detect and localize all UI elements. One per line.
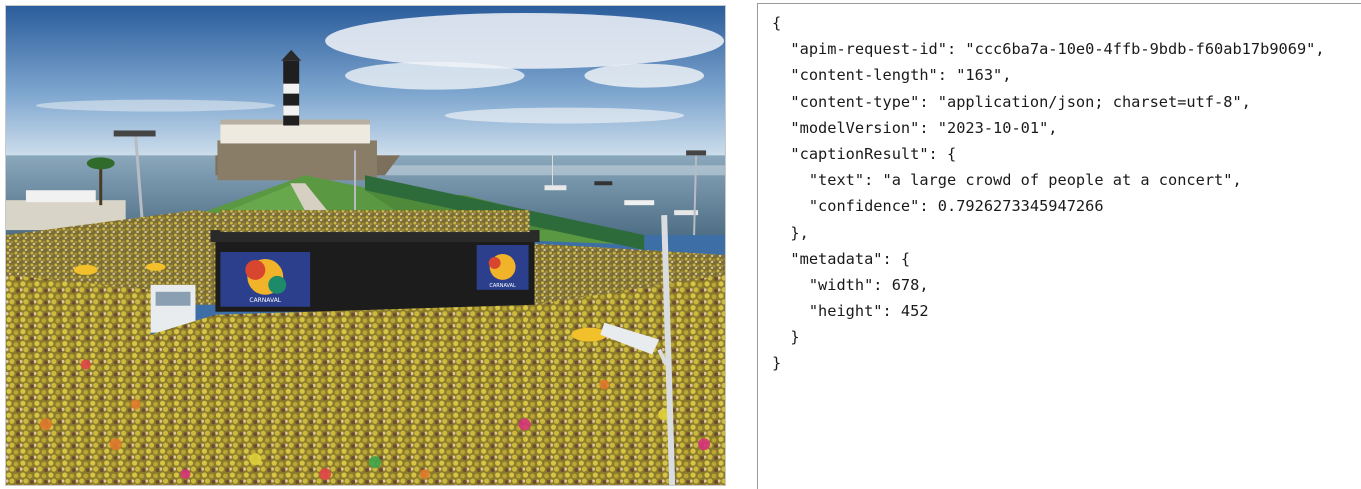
stage-sign-left: CARNAVAL [249, 297, 281, 304]
json-line: } [772, 328, 800, 347]
concert-photo: CARNAVAL CARNAVAL [5, 5, 726, 486]
json-line-content-type: "content-type": "application/json; chars… [772, 92, 1251, 111]
json-line: { [772, 14, 782, 32]
json-line-width: "width": 678, [772, 275, 929, 294]
json-line-caption-text: "text": "a large crowd of people at a co… [772, 171, 1242, 190]
json-line: }, [772, 223, 809, 242]
json-line-metadata: "metadata": { [772, 249, 911, 268]
json-line: } [772, 354, 782, 373]
json-response-code: { "apim-request-id": "ccc6ba7a-10e0-4ffb… [758, 4, 1361, 377]
stage-sign-right: CARNAVAL [489, 283, 516, 289]
json-response-panel: { "apim-request-id": "ccc6ba7a-10e0-4ffb… [757, 3, 1361, 489]
crowd-concert-image: CARNAVAL CARNAVAL [6, 6, 725, 485]
json-line-height: "height": 452 [772, 302, 929, 321]
json-line-request-id: "apim-request-id": "ccc6ba7a-10e0-4ffb-9… [772, 40, 1325, 59]
json-line-caption-result: "captionResult": { [772, 144, 957, 163]
json-line-model-version: "modelVersion": "2023-10-01", [772, 118, 1058, 137]
json-line-confidence: "confidence": 0.7926273345947266 [772, 197, 1104, 216]
json-line-content-length: "content-length": "163", [772, 66, 1012, 85]
